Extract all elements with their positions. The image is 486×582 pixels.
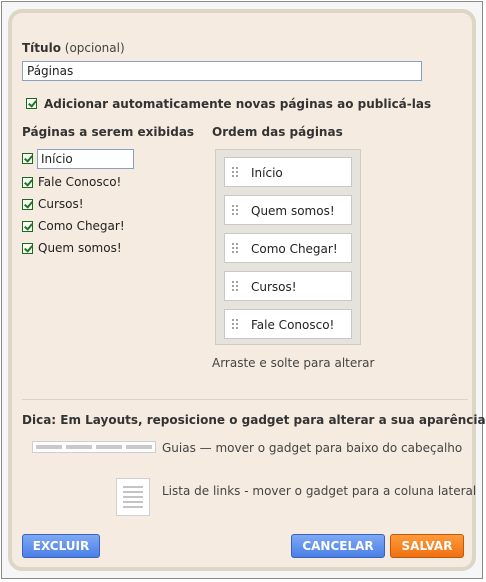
pages-to-show-heading: Páginas a serem exibidas bbox=[22, 125, 195, 139]
drag-handle-icon[interactable] bbox=[231, 204, 239, 216]
page-item-cursos[interactable]: Cursos! bbox=[22, 195, 172, 215]
delete-button[interactable]: EXCLUIR bbox=[22, 534, 100, 558]
link-list-layout-icon bbox=[116, 478, 150, 516]
auto-add-checkbox[interactable] bbox=[26, 98, 37, 109]
divider bbox=[22, 399, 468, 400]
page-checkbox[interactable] bbox=[22, 243, 33, 254]
gadget-config-panel: Título (opcional) Páginas Adicionar auto… bbox=[8, 9, 486, 571]
order-item[interactable]: Fale Conosco! bbox=[224, 309, 352, 339]
order-item-label: Fale Conosco! bbox=[251, 318, 335, 332]
page-checkbox[interactable] bbox=[22, 199, 33, 210]
guides-layout-icon bbox=[32, 441, 156, 453]
drag-handle-icon[interactable] bbox=[231, 280, 239, 292]
title-input[interactable]: Páginas bbox=[22, 61, 422, 81]
page-checkbox[interactable] bbox=[22, 177, 33, 188]
drag-handle-icon[interactable] bbox=[231, 166, 239, 178]
title-optional: (opcional) bbox=[64, 41, 125, 55]
drag-handle-icon[interactable] bbox=[231, 318, 239, 330]
page-item-como-chegar[interactable]: Como Chegar! bbox=[22, 217, 172, 237]
page-label: Cursos! bbox=[38, 197, 84, 211]
title-label-row: Título (opcional) bbox=[22, 41, 125, 55]
page-name-input[interactable]: Início bbox=[37, 149, 134, 169]
page-order-list: Início Quem somos! Como Chegar! Cursos! … bbox=[215, 149, 361, 345]
order-item-label: Quem somos! bbox=[251, 204, 335, 218]
order-item-label: Início bbox=[251, 166, 283, 180]
cancel-button[interactable]: CANCELAR bbox=[291, 534, 385, 558]
drag-hint: Arraste e solte para alterar bbox=[212, 356, 375, 370]
auto-add-row[interactable]: Adicionar automaticamente novas páginas … bbox=[26, 95, 446, 113]
drag-handle-icon[interactable] bbox=[231, 242, 239, 254]
page-checkbox[interactable] bbox=[22, 221, 33, 232]
pages-list: Início Fale Conosco! Cursos! Como Chegar… bbox=[22, 149, 192, 269]
window-frame: Título (opcional) Páginas Adicionar auto… bbox=[1, 1, 486, 579]
page-checkbox[interactable] bbox=[22, 153, 33, 164]
links-hint: Lista de links - mover o gadget para a c… bbox=[162, 484, 477, 498]
order-item[interactable]: Quem somos! bbox=[224, 195, 352, 225]
title-label: Título bbox=[22, 41, 61, 55]
page-label: Fale Conosco! bbox=[38, 175, 122, 189]
order-item-label: Como Chegar! bbox=[251, 242, 338, 256]
save-button[interactable]: SALVAR bbox=[390, 534, 464, 558]
page-order-heading: Ordem das páginas bbox=[212, 125, 343, 139]
order-item-label: Cursos! bbox=[251, 280, 297, 294]
page-label: Como Chegar! bbox=[38, 219, 125, 233]
auto-add-label: Adicionar automaticamente novas páginas … bbox=[44, 97, 432, 111]
page-item-quem-somos[interactable]: Quem somos! bbox=[22, 239, 172, 259]
page-item-inicio[interactable]: Início bbox=[22, 149, 134, 169]
page-label: Quem somos! bbox=[38, 241, 122, 255]
page-item-fale-conosco[interactable]: Fale Conosco! bbox=[22, 173, 172, 193]
tip-text: Dica: Em Layouts, reposicione o gadget p… bbox=[22, 413, 486, 427]
order-item[interactable]: Como Chegar! bbox=[224, 233, 352, 263]
order-item[interactable]: Cursos! bbox=[224, 271, 352, 301]
guides-hint: Guias — mover o gadget para baixo do cab… bbox=[162, 441, 463, 455]
order-item[interactable]: Início bbox=[224, 157, 352, 187]
